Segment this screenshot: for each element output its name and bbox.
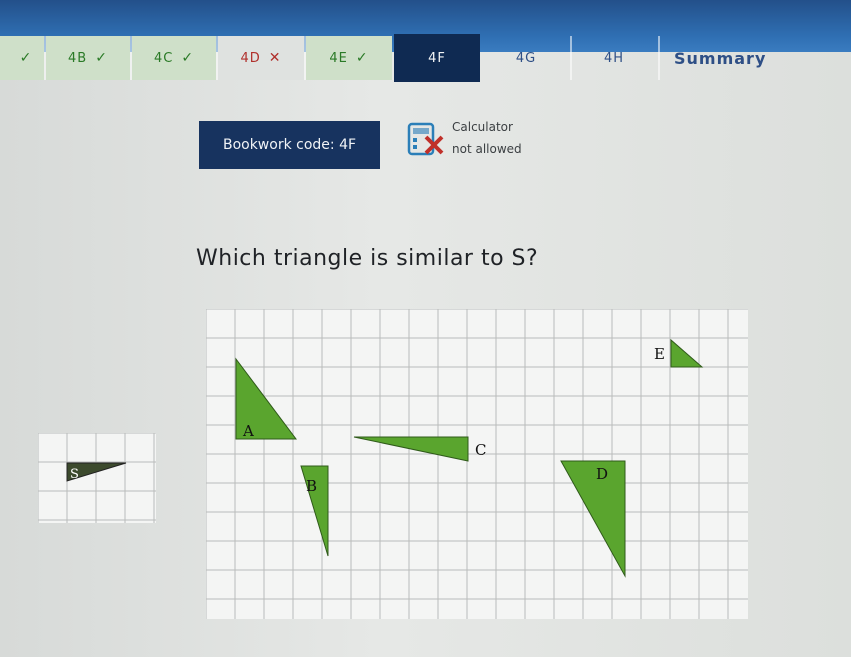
tab-label: 4H [603, 50, 625, 66]
triangle-grid: A B C D E [206, 309, 748, 619]
tab-bar: ✓ 4B ✓ 4C ✓ 4D ✕ 4E ✓ 4F 4G 4H Summary [0, 24, 851, 86]
tab-summary[interactable]: Summary [674, 36, 824, 80]
bookwork-code-badge: Bookwork code: 4F [199, 121, 380, 169]
tab-divider [658, 36, 660, 80]
tab-4d[interactable]: 4D ✕ [218, 36, 304, 80]
triangle-d-label: D [596, 465, 608, 483]
tab-4e[interactable]: 4E ✓ [306, 36, 392, 80]
triangle-b-label: B [306, 477, 317, 495]
triangle-c-label: C [475, 441, 486, 459]
check-icon: ✓ [95, 50, 108, 66]
check-icon: ✓ [19, 50, 33, 66]
calculator-status: not allowed [452, 142, 522, 156]
calculator-notice: Calculator not allowed [452, 116, 522, 160]
tab-4b[interactable]: 4B ✓ [46, 36, 130, 80]
triangle-a-label: A [242, 422, 254, 440]
tab-4c[interactable]: 4C ✓ [132, 36, 216, 80]
check-icon: ✓ [181, 50, 195, 66]
bookwork-code-text: Bookwork code: 4F [222, 137, 357, 153]
cross-icon: ✕ [268, 50, 282, 66]
reference-grid-background [38, 433, 156, 523]
tab-label: 4G [515, 50, 537, 66]
tab-4h[interactable]: 4H [572, 36, 656, 80]
tab-label: 4C [153, 50, 174, 66]
tab-4a[interactable]: ✓ [0, 36, 44, 80]
tab-label: 4D [240, 50, 261, 66]
reference-grid: S [38, 433, 156, 523]
triangle-s-label: S [70, 467, 79, 482]
question-text: Which triangle is similar to S? [196, 246, 539, 271]
tab-label: 4F [428, 50, 446, 66]
calculator-label: Calculator [452, 120, 513, 134]
check-icon: ✓ [355, 50, 369, 66]
grid-background [206, 309, 748, 619]
tab-label: 4E [329, 50, 348, 66]
tab-label: Summary [674, 48, 767, 68]
calculator-crossed-icon [407, 122, 444, 156]
tab-4g[interactable]: 4G [484, 36, 568, 80]
triangle-e-label: E [654, 345, 665, 363]
tab-4f[interactable]: 4F [394, 34, 480, 82]
tab-label: 4B [68, 50, 88, 66]
